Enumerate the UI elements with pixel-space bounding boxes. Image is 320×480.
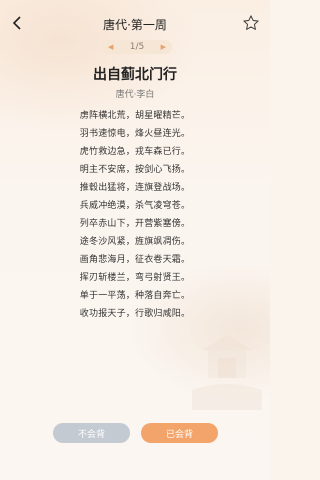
memorized-button[interactable]: 已会背	[141, 423, 218, 443]
poem-line: 挥刃斩楼兰，弯弓射贤王。	[79, 273, 191, 283]
poem-line: 虏阵横北荒，胡星曜精芒。	[79, 111, 191, 121]
poem-line: 虎竹救边急，戎车森已行。	[79, 147, 191, 157]
poem-line: 画角悲海月，征衣卷天霜。	[79, 255, 191, 265]
triangle-left-icon[interactable]: ◀	[108, 43, 113, 51]
poem-line: 推毂出猛将，连旗登战场。	[79, 183, 191, 193]
star-outline-icon	[243, 15, 259, 30]
poem-author: 唐代·李白	[115, 90, 155, 100]
not-memorized-button[interactable]: 不会背	[53, 423, 130, 443]
poem-title: 出自蓟北门行	[93, 67, 177, 83]
page-indicator: 1/5	[129, 42, 145, 52]
pager: ◀ 1/5 ▶	[102, 40, 172, 54]
triangle-right-icon[interactable]: ▶	[161, 43, 166, 51]
favorite-button[interactable]	[242, 14, 262, 34]
poem-line: 兵威冲绝漠，杀气凌穹苍。	[79, 201, 191, 211]
poem-line: 明主不安席，按剑心飞扬。	[79, 165, 191, 175]
poem-line: 途冬沙风紧，旌旗飒凋伤。	[79, 237, 191, 247]
poem-line: 羽书速惊电，烽火昼连光。	[79, 129, 191, 139]
decorative-pavilion-illustration	[192, 335, 262, 410]
page-title: 唐代·第一周	[103, 18, 167, 32]
poem-line: 列卒赤山下，开营紫塞傍。	[79, 219, 191, 229]
